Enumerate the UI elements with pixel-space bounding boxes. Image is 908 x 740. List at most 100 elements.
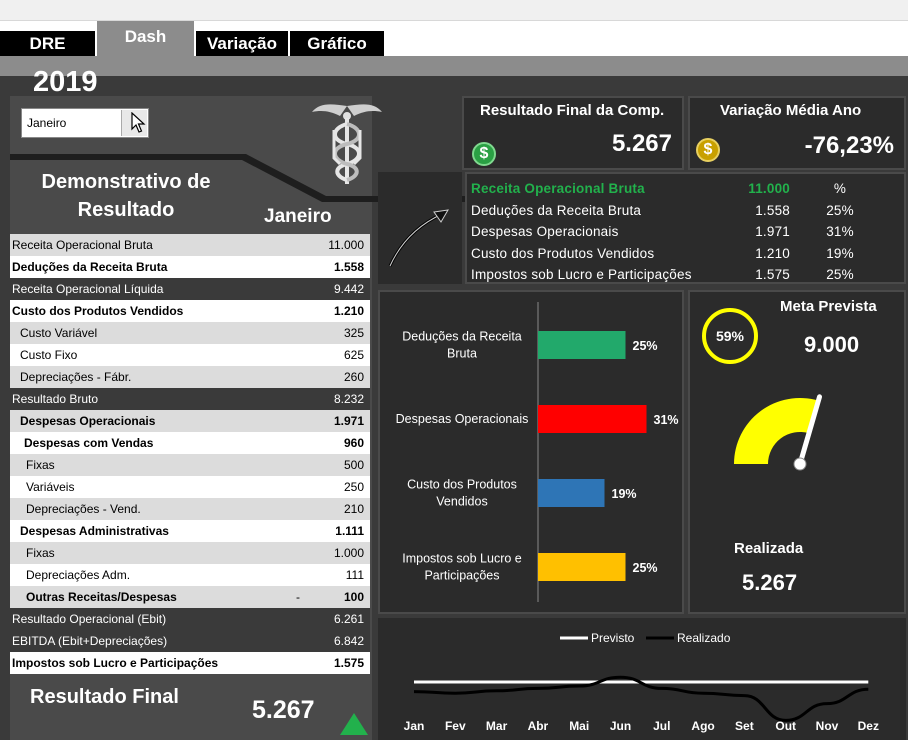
bar-value-label: 31% xyxy=(654,413,679,427)
arrow-panel xyxy=(378,172,462,284)
expenses-bar-chart: Deduções da Receita Bruta 25% Despesas Oper… xyxy=(378,290,684,614)
bar-category-label: Deduções da Receita Bruta xyxy=(402,330,522,361)
tab-dash[interactable]: Dash xyxy=(97,21,196,56)
summary-row: Deduções da Receita Bruta 1.558 25% xyxy=(471,202,854,218)
window-top-strip xyxy=(0,0,908,21)
goal-title: Meta Prevista xyxy=(780,298,877,315)
table-row: Depreciações - Fábr. 260 xyxy=(10,366,370,388)
bar-category-label-line: Bruta xyxy=(447,347,477,361)
realized-label: Realizada xyxy=(734,540,804,557)
line-chart-svg: Previsto Realizado Jan Fev Mar Abr Mai Jun Jul Ag… xyxy=(404,631,879,733)
table-row: Despesas com Vendas 960 xyxy=(10,432,370,454)
sheet-tabs: DRE Dash Variação Gráfico xyxy=(0,21,908,56)
bar xyxy=(538,405,647,433)
summary-row: Impostos sob Lucro e Participações 1.575 2… xyxy=(471,267,854,283)
tab-grafico[interactable]: Gráfico xyxy=(290,31,386,56)
month-tick-label: Jun xyxy=(610,719,631,733)
table-row: Variáveis 250 xyxy=(10,476,370,498)
dre-title-line1: Demonstrativo de xyxy=(41,171,211,193)
bar-category-label: Despesas Operacionais xyxy=(396,412,529,426)
bar-category-label-line: Custo dos Produtos xyxy=(407,478,517,492)
bar-category-label-line: Impostos sob Lucro e xyxy=(402,552,522,566)
monthly-line-chart: Previsto Realizado Jan Fev Mar Abr Mai Jun Jul Ag… xyxy=(378,618,906,740)
final-result-card: Resultado Final da Comp. $ 5.267 xyxy=(462,96,684,170)
month-tick-label: Out xyxy=(775,719,796,733)
goal-percent-label: 59% xyxy=(715,328,745,344)
table-row: Receita Operacional Bruta 11.000 xyxy=(10,234,370,256)
table-row: Custo Variável 325 xyxy=(10,322,370,344)
bar xyxy=(538,479,605,507)
table-row: Fixas 1.000 xyxy=(10,542,370,564)
month-tick-label: Ago xyxy=(691,719,714,733)
table-row: Impostos sob Lucro e Participações 1.575 xyxy=(10,652,370,674)
summary-row: Custo dos Produtos Vendidos 1.210 19% xyxy=(471,245,854,261)
table-row: Fixas 500 xyxy=(10,454,370,476)
bar xyxy=(538,553,626,581)
month-tick-label: Jan xyxy=(404,719,425,733)
bar-category-label: Custo dos Produtos Vendidos xyxy=(407,478,517,509)
goal-panel: 59% Meta Prevista 9.000 Realizada 5.267 xyxy=(688,290,906,614)
month-tick-label: Nov xyxy=(816,719,839,733)
curved-arrow-icon xyxy=(388,209,449,267)
bar-category-label-line: Despesas Operacionais xyxy=(396,412,529,426)
bar-value-label: 25% xyxy=(633,339,658,353)
goal-gauge xyxy=(734,394,823,471)
table-row: Custo Fixo 625 xyxy=(10,344,370,366)
header-band xyxy=(0,56,908,76)
final-result-value: 5.267 xyxy=(252,696,315,724)
dre-title-line2: Resultado xyxy=(77,199,175,221)
table-row: Resultado Operacional (Ebit) 6.261 xyxy=(10,608,370,630)
dollar-coin-icon: $ xyxy=(472,142,496,166)
table-row: EBITDA (Ebit+Depreciações) 6.842 xyxy=(10,630,370,652)
final-result-card-value: 5.267 xyxy=(611,130,672,157)
tab-variacao[interactable]: Variação xyxy=(196,31,290,56)
realized-value: 5.267 xyxy=(742,570,798,595)
gauge-hub xyxy=(793,457,807,471)
table-row: Depreciações - Vend. 210 xyxy=(10,498,370,520)
month-tick-label: Set xyxy=(735,719,754,733)
bar-value-label: 25% xyxy=(633,561,658,575)
legend-label: Realizado xyxy=(677,631,731,645)
table-row: Despesas Administrativas 1.111 xyxy=(10,520,370,542)
bar xyxy=(538,331,626,359)
final-result-card-title: Resultado Final da Comp. xyxy=(480,102,665,119)
bar-value-label: 19% xyxy=(612,487,637,501)
summary-row: Receita Operacional Bruta 11.000% xyxy=(471,181,847,197)
month-tick-label: Mai xyxy=(569,719,589,733)
table-row: Receita Operacional Líquida 9.442 xyxy=(10,278,370,300)
trend-up-icon xyxy=(340,713,368,735)
bar-category-label-line: Deduções da Receita xyxy=(402,330,522,344)
table-row: Deduções da Receita Bruta 1.558 xyxy=(10,256,370,278)
variation-card: Variação Média Ano $ -76,23% xyxy=(688,96,906,170)
month-tick-label: Abr xyxy=(528,719,549,733)
month-tick-label: Mar xyxy=(486,719,508,733)
bar-category-label-line: Vendidos xyxy=(436,495,487,509)
variation-card-title: Variação Média Ano xyxy=(720,102,862,119)
summary-table: Receita Operacional Bruta 11.000% Deduçõe… xyxy=(465,172,906,284)
bar-chart-svg: Deduções da Receita Bruta 25% Despesas Oper… xyxy=(396,302,679,602)
table-row: Despesas Operacionais 1.971 xyxy=(10,410,370,432)
dre-table: Receita Operacional Bruta 11.000 Deduções… xyxy=(10,234,370,674)
bar-category-label-line: Participações xyxy=(424,569,499,583)
variation-card-value: -76,23% xyxy=(804,132,894,159)
final-result-label: Resultado Final xyxy=(30,686,179,708)
month-tick-label: Jul xyxy=(653,719,670,733)
gauge-fill xyxy=(734,398,819,464)
dre-title: Demonstrativo de Resultado xyxy=(16,168,236,224)
goal-value: 9.000 xyxy=(804,332,860,357)
mouse-cursor-icon xyxy=(131,112,146,133)
table-row: Resultado Bruto 8.232 xyxy=(10,388,370,410)
summary-row: Despesas Operacionais 1.971 31% xyxy=(471,224,854,240)
table-row: Outras Receitas/Despesas -100 xyxy=(10,586,370,608)
bar-category-label: Impostos sob Lucro e Participações xyxy=(402,552,522,583)
tab-dre[interactable]: DRE xyxy=(0,31,97,56)
table-row: Custo dos Produtos Vendidos 1.210 xyxy=(10,300,370,322)
series-line xyxy=(413,675,869,722)
legend-label: Previsto xyxy=(591,631,635,645)
month-tick-label: Fev xyxy=(445,719,466,733)
year-label: 2019 xyxy=(33,66,98,98)
month-tick-label: Dez xyxy=(858,719,879,733)
table-row: Depreciações Adm. 111 xyxy=(10,564,370,586)
dollar-coin-icon: $ xyxy=(696,138,720,162)
dre-month-label: Janeiro xyxy=(264,206,332,227)
